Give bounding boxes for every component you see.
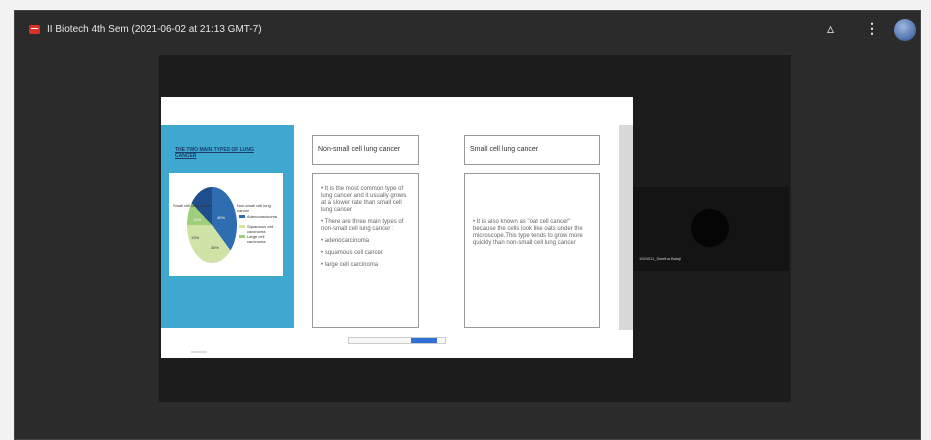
bullet-item: • adenocarcinoma <box>321 238 370 244</box>
slide-toolbar-button[interactable] <box>411 338 437 343</box>
meeting-title: II Biotech 4th Sem (2021-06-02 at 21:13 … <box>47 24 262 35</box>
bullet-item: • It is the most common type of lung can… <box>321 186 407 213</box>
pie-slice-label: 35% <box>211 245 220 250</box>
slide-toolbar[interactable] <box>348 337 446 344</box>
bullet-item: • large cell carcinoma <box>321 262 379 268</box>
legend-label: Squamous cell carcinoma <box>247 224 274 234</box>
slide-page-indicator <box>191 351 207 353</box>
meet-window: II Biotech 4th Sem (2021-06-02 at 21:13 … <box>14 10 921 440</box>
participant-tile[interactable]: 1924011_Swetha Balaji <box>633 187 789 271</box>
participant-name: 1924011_Swetha Balaji <box>639 256 681 261</box>
participant-avatar <box>691 209 729 247</box>
slide-title: THE TWO MAIN TYPES OF LUNG CANCER <box>175 147 254 159</box>
pie-chart <box>187 187 237 263</box>
shared-slide: THE TWO MAIN TYPES OF LUNG CANCER Small … <box>161 97 633 358</box>
legend-label: Large cell carcinoma <box>247 234 266 244</box>
drive-icon[interactable]: ▵ <box>827 20 834 37</box>
legend-swatch <box>239 225 245 228</box>
pie-slice-label: 40% <box>217 215 226 220</box>
legend-label: Adenocarcinoma <box>247 214 278 219</box>
pie-side-label-left: Small cell lung cancer <box>173 203 212 208</box>
pie-slice-label: 12% <box>193 217 202 222</box>
pie-side-label-right: Non-small cell lung cancer <box>237 203 271 213</box>
nsclc-title-box: Non-small cell lung cancer <box>312 135 419 165</box>
nsclc-bullets-box: • It is the most common type of lung can… <box>312 173 419 328</box>
record-icon <box>29 25 40 34</box>
top-bar: II Biotech 4th Sem (2021-06-02 at 21:13 … <box>15 11 920 51</box>
presentation-stage: THE TWO MAIN TYPES OF LUNG CANCER Small … <box>159 55 791 402</box>
slide-scrollbar[interactable] <box>619 125 633 330</box>
slide-title-panel: THE TWO MAIN TYPES OF LUNG CANCER Small … <box>161 125 294 328</box>
bullet-item: • There are three main types of non-smal… <box>321 219 404 232</box>
sclc-title-box: Small cell lung cancer <box>464 135 600 165</box>
legend-swatch <box>239 235 245 238</box>
bullet-item: • squamous cell cancer <box>321 250 383 256</box>
pie-chart-card: Small cell lung cancer Non-small cell lu… <box>169 173 283 276</box>
sclc-text-box: • It is also known as "oat cell cancer" … <box>464 173 600 328</box>
sclc-text: • It is also known as "oat cell cancer" … <box>473 219 583 246</box>
more-vert-icon[interactable]: ⋮ <box>865 20 879 37</box>
pie-slice-label: 13% <box>191 235 200 240</box>
legend-swatch <box>239 215 245 218</box>
user-avatar[interactable] <box>894 19 916 41</box>
